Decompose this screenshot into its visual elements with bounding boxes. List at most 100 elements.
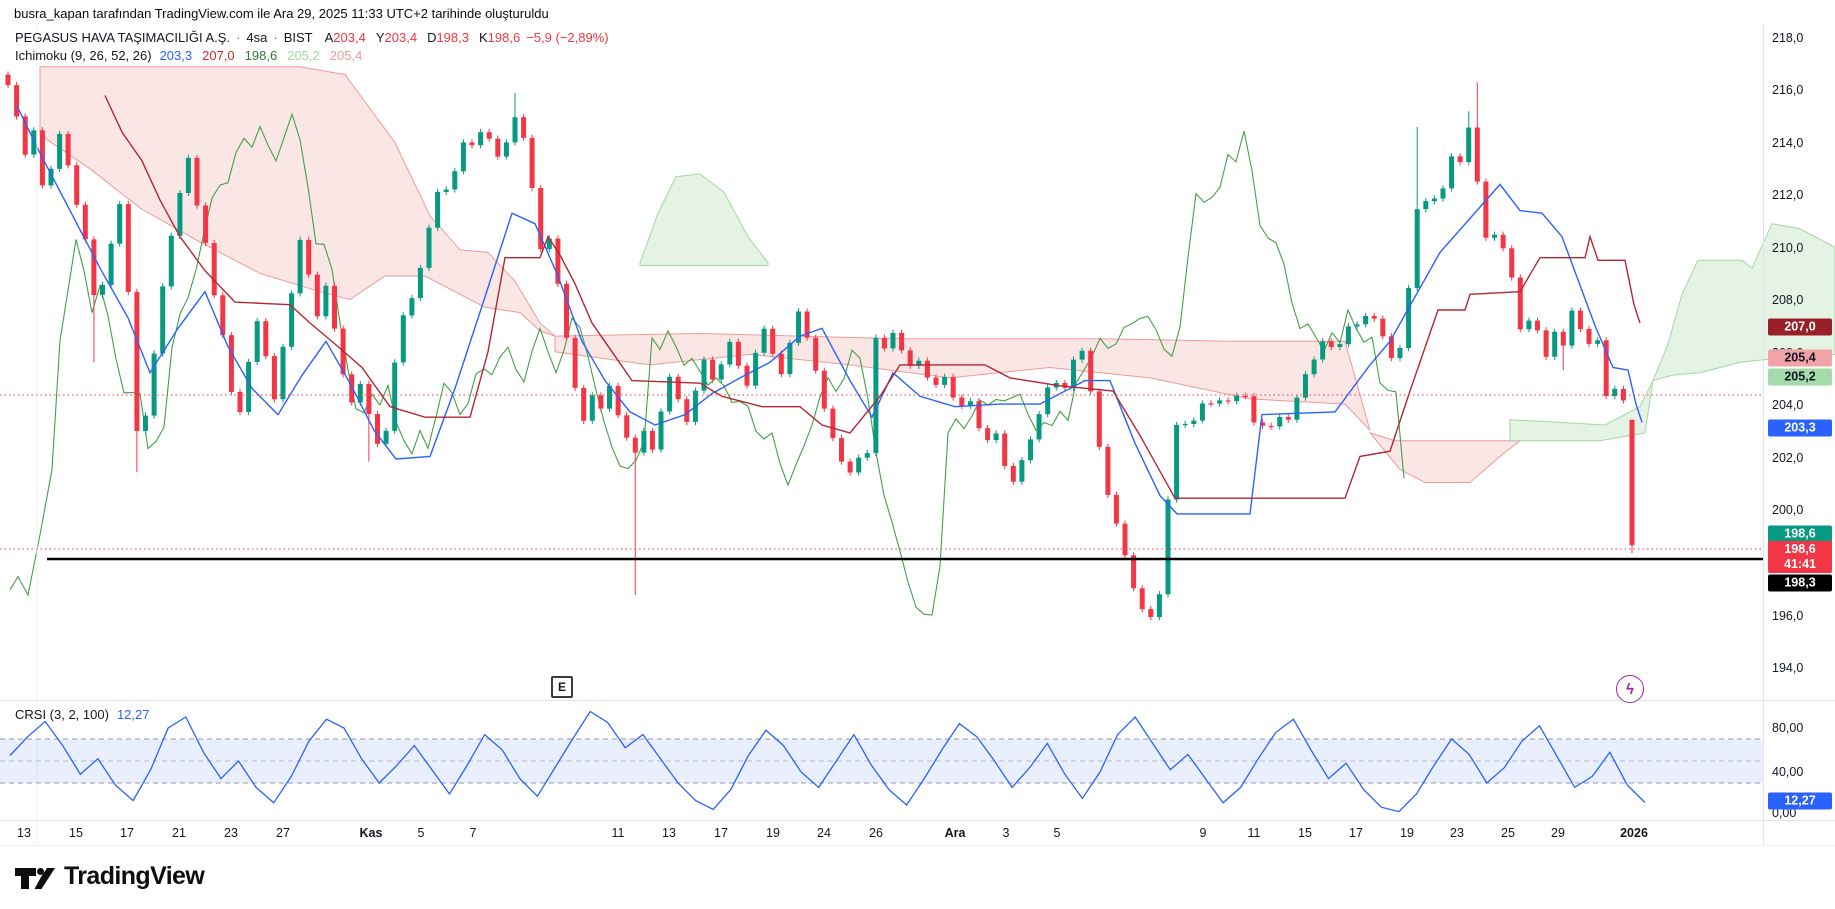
time-axis-label: 29	[1551, 826, 1565, 840]
candle-body	[1587, 329, 1592, 344]
candle-body	[1011, 466, 1016, 482]
candle-body	[959, 397, 964, 405]
candle-body	[1217, 400, 1222, 403]
ohlc-A: A203,4	[325, 30, 366, 45]
candle-body	[1269, 426, 1274, 427]
price-tag-203_3: 203,3	[1768, 420, 1832, 437]
price-axis-label: 210,0	[1772, 241, 1803, 255]
crsi-legend: CRSI (3, 2, 100) 12,27	[15, 707, 149, 722]
price-tag-198_3: 198,3	[1768, 575, 1832, 592]
candle-body	[1123, 524, 1128, 556]
candle-body	[1458, 156, 1463, 162]
candle-body	[1372, 316, 1377, 319]
tradingview-logo-icon	[14, 863, 56, 891]
candle-body	[100, 285, 105, 295]
candle-body	[487, 132, 492, 139]
candle-body	[1380, 319, 1385, 337]
candle-body	[1569, 311, 1574, 346]
earnings-marker-icon[interactable]: E	[551, 676, 573, 698]
candle-body	[418, 268, 423, 298]
candle-body	[306, 240, 311, 275]
candle-body	[1398, 348, 1403, 358]
price-tag-205_2: 205,2	[1768, 369, 1832, 386]
candle-body	[865, 453, 870, 458]
crsi-label[interactable]: CRSI (3, 2, 100)	[15, 707, 109, 722]
price-tag-198_6: 198,6	[1768, 526, 1832, 543]
price-axis-label: 196,0	[1772, 609, 1803, 623]
candle-body	[1114, 495, 1119, 524]
main-chart-canvas[interactable]	[0, 0, 1835, 909]
ichimoku-label[interactable]: Ichimoku (9, 26, 52, 26)	[15, 48, 152, 63]
time-axis-label: Ara	[945, 826, 966, 840]
candle-body	[272, 356, 277, 399]
ichimoku-value-4: 205,4	[330, 48, 363, 63]
time-axis-label: 7	[470, 826, 477, 840]
candle-body	[598, 395, 603, 408]
candle-body	[1251, 396, 1256, 422]
candle-body	[994, 433, 999, 440]
candle-body	[117, 204, 122, 244]
candle-body	[641, 431, 646, 453]
ichimoku-cloud-pink-left	[40, 67, 555, 336]
candle-body	[650, 431, 655, 450]
candle-body	[1174, 425, 1179, 500]
candle-body	[521, 117, 526, 138]
candle-body	[581, 388, 586, 421]
symbol-title[interactable]: PEGASUS HAVA TAŞIMACILIĞI A.Ş.	[15, 30, 230, 45]
ohlc-D: D198,3	[427, 30, 469, 45]
candle-body	[1097, 391, 1102, 447]
candle-body	[1552, 332, 1557, 357]
candle-body	[942, 377, 947, 385]
time-axis-label: 25	[1501, 826, 1515, 840]
candle-body	[470, 142, 475, 145]
candle-body	[676, 377, 681, 399]
candle-body	[1320, 341, 1325, 359]
candle-body	[1140, 588, 1145, 609]
price-axis-label: 212,0	[1772, 188, 1803, 202]
candle-body	[74, 165, 79, 205]
tradingview-logo[interactable]: TradingView	[14, 862, 204, 891]
candle-body	[186, 158, 191, 193]
tradingview-chart-page: busra_kapan tarafından TradingView.com i…	[0, 0, 1835, 909]
candle-body	[1200, 403, 1205, 420]
candle-body	[770, 329, 775, 354]
candle-body	[6, 75, 11, 86]
candle-body	[1037, 414, 1042, 439]
time-axis-label: 5	[418, 826, 425, 840]
candle-body	[564, 284, 569, 338]
candle-body	[934, 378, 939, 385]
interval-label[interactable]: 4sa	[246, 30, 267, 45]
ichimoku-legend: Ichimoku (9, 26, 52, 26) 203,3207,0198,6…	[15, 48, 362, 63]
price-axis-label: 80,00	[1772, 721, 1803, 735]
candle-body	[289, 293, 294, 347]
candle-body	[925, 361, 930, 378]
candle-body	[530, 138, 535, 188]
candle-body	[452, 171, 457, 189]
candle-body	[66, 134, 71, 165]
candle-body	[1105, 447, 1110, 495]
candle-body	[169, 236, 174, 287]
ichimoku-values: 203,3207,0198,6205,2205,4	[160, 48, 363, 63]
candle-body	[1002, 433, 1007, 466]
price-tag-198_6: 198,641:41	[1768, 541, 1832, 573]
flash-lightning-icon[interactable]: ϟ	[1616, 675, 1644, 703]
time-axis-label: 9	[1200, 826, 1207, 840]
candle-body	[1466, 128, 1471, 163]
candle-body	[281, 347, 286, 399]
candle-body	[779, 354, 784, 374]
candle-body	[1561, 332, 1566, 346]
ichimoku-cloud-green-mid	[640, 174, 768, 266]
time-axis-label: 13	[17, 826, 31, 840]
candle-body	[212, 243, 217, 295]
candle-body	[315, 275, 320, 317]
candle-body	[573, 338, 578, 388]
price-axis-label: 208,0	[1772, 293, 1803, 307]
candle-body	[1303, 374, 1308, 397]
candle-body	[177, 193, 182, 236]
price-axis-label: 200,0	[1772, 503, 1803, 517]
ichimoku-value-1: 207,0	[202, 48, 235, 63]
candle-body	[134, 292, 139, 431]
time-axis-label: 26	[869, 826, 883, 840]
time-axis-label: 23	[1450, 826, 1464, 840]
candle-body	[985, 428, 990, 440]
